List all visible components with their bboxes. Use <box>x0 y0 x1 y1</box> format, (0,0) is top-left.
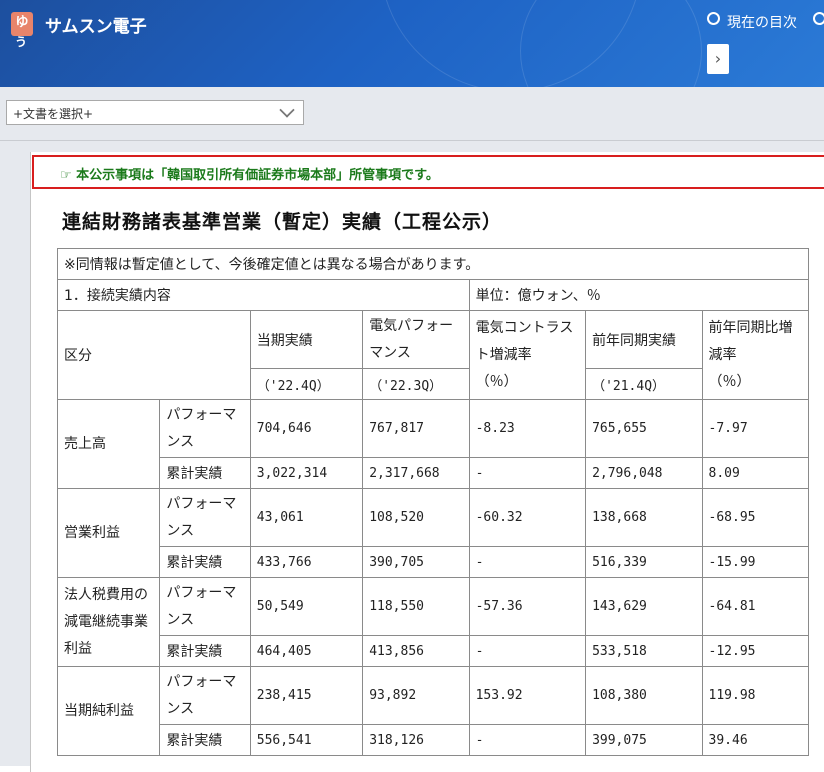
cell-current: 464,405 <box>249 635 364 667</box>
cell-prev-year: 399,075 <box>585 724 703 756</box>
header-prev-quarter: 電気パフォーマンス <box>362 310 470 369</box>
cell-yoy: -12.95 <box>701 635 810 667</box>
notice-banner: ☞ 本公示事項は「韓国取引所有価証券市場本部」所管事項です。 <box>32 155 824 189</box>
chevron-right-icon: › <box>714 49 722 68</box>
header-category: 区分 <box>57 310 251 400</box>
cell-qoq: -60.32 <box>468 488 587 547</box>
app-logo-sub: う <box>15 35 28 49</box>
header-yoy-unit: （％） <box>708 373 751 390</box>
unit-label: 単位：億ウォン、％ <box>468 279 810 311</box>
cell-current: 43,061 <box>249 488 364 547</box>
cell-current: 556,541 <box>249 724 364 756</box>
cell-yoy: -15.99 <box>701 546 810 578</box>
cell-current: 238,415 <box>249 666 364 725</box>
company-name: サムスン電子 <box>45 17 147 37</box>
document-select[interactable]: +文書を選択+ <box>6 100 304 125</box>
header-qoq-rate-label: 電気コントラスト増減率 <box>475 319 574 363</box>
cell-yoy: 8.09 <box>701 457 810 489</box>
cell-current: 50,549 <box>249 577 364 636</box>
results-table: ※同情報は暫定値として、今後確定値とは異なる場合があります。 1．接続実績内容 … <box>56 248 810 756</box>
header-prev-year-period: （'21.4Q） <box>585 368 703 400</box>
group-name: 営業利益 <box>56 488 161 578</box>
cell-prev-year: 533,518 <box>585 635 703 667</box>
header-current-period: （'22.4Q） <box>249 368 364 400</box>
cell-prev-quarter: 2,317,668 <box>362 457 470 489</box>
cell-qoq: -8.23 <box>468 399 587 458</box>
header-yoy-rate-label: 前年同期比増減率 <box>708 319 793 363</box>
row-sub: パフォーマンス <box>159 577 251 636</box>
cell-prev-year: 2,796,048 <box>585 457 703 489</box>
group-name: 当期純利益 <box>56 666 161 756</box>
cell-prev-quarter: 767,817 <box>362 399 470 458</box>
header-prev-quarter-period: （'22.3Q） <box>362 368 470 400</box>
chevron-down-icon <box>279 102 295 118</box>
cell-qoq: - <box>468 546 587 578</box>
header-current: 当期実績 <box>249 310 364 369</box>
row-sub: 累計実績 <box>159 724 251 756</box>
cell-prev-year: 143,629 <box>585 577 703 636</box>
row-sub: パフォーマンス <box>159 488 251 547</box>
cell-qoq: -57.36 <box>468 577 587 636</box>
cell-prev-quarter: 390,705 <box>362 546 470 578</box>
cell-prev-quarter: 413,856 <box>362 635 470 667</box>
cell-current: 3,022,314 <box>249 457 364 489</box>
header-qoq-rate: 電気コントラスト増減率 （％） <box>468 310 587 400</box>
cell-qoq: 153.92 <box>468 666 587 725</box>
cell-qoq: - <box>468 724 587 756</box>
row-sub: 累計実績 <box>159 635 251 667</box>
cell-yoy: -68.95 <box>701 488 810 547</box>
cell-prev-year: 516,339 <box>585 546 703 578</box>
cell-prev-year: 108,380 <box>585 666 703 725</box>
group-name: 法人税費用の減電継続事業利益 <box>56 577 161 667</box>
toc-label[interactable]: 現在の目次 <box>727 12 797 32</box>
cell-yoy: 119.98 <box>701 666 810 725</box>
cell-yoy: 39.46 <box>701 724 810 756</box>
app-header: ゆ う サムスン電子 現在の目次 › <box>0 0 824 87</box>
cell-prev-quarter: 108,520 <box>362 488 470 547</box>
row-sub: 累計実績 <box>159 457 251 489</box>
toc-radio-icon-2[interactable] <box>813 12 824 25</box>
cell-current: 704,646 <box>249 399 364 458</box>
disclaimer: ※同情報は暫定値として、今後確定値とは異なる場合があります。 <box>57 248 809 280</box>
section-label: 1．接続実績内容 <box>57 279 470 311</box>
cell-yoy: -7.97 <box>701 399 810 458</box>
cell-prev-quarter: 118,550 <box>362 577 470 636</box>
document-select-value: +文書を選択+ <box>13 107 94 121</box>
row-sub: パフォーマンス <box>159 666 251 725</box>
cell-prev-year: 765,655 <box>585 399 703 458</box>
cell-qoq: - <box>468 457 587 489</box>
cell-yoy: -64.81 <box>701 577 810 636</box>
header-yoy-rate: 前年同期比増減率 （％） <box>701 310 810 400</box>
row-sub: 累計実績 <box>159 546 251 578</box>
cell-prev-quarter: 318,126 <box>362 724 470 756</box>
group-name: 売上高 <box>56 399 161 489</box>
header-prev-year: 前年同期実績 <box>585 310 703 369</box>
header-qoq-unit: （％） <box>475 373 518 390</box>
document-title: 連結財務諸表基準営業（暫定）実績（工程公示） <box>62 211 503 233</box>
cell-prev-quarter: 93,892 <box>362 666 470 725</box>
cell-qoq: - <box>468 635 587 667</box>
cell-current: 433,766 <box>249 546 364 578</box>
cell-prev-year: 138,668 <box>585 488 703 547</box>
row-sub: パフォーマンス <box>159 399 251 458</box>
next-button[interactable]: › <box>707 44 729 74</box>
toc-radio-icon[interactable] <box>707 12 720 25</box>
